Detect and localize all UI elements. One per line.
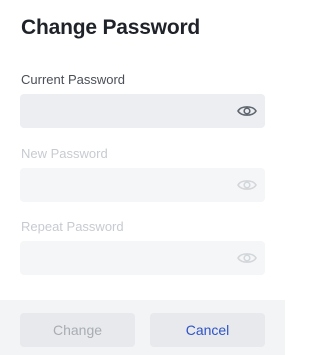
new-password-field-container [20,168,265,202]
eye-icon[interactable] [237,249,257,267]
dialog-title: Change Password [21,16,201,39]
change-password-dialog: Change Password Current Password New Pas… [0,0,285,355]
eye-icon[interactable] [237,102,257,120]
new-password-input[interactable] [20,168,230,202]
repeat-password-label: Repeat Password [21,219,124,234]
eye-icon[interactable] [237,176,257,194]
cancel-button[interactable]: Cancel [150,313,265,347]
repeat-password-field-container [20,241,265,275]
dialog-footer: Change Cancel [0,300,285,355]
current-password-input[interactable] [20,94,230,128]
new-password-label: New Password [21,146,108,161]
current-password-field-container [20,94,265,128]
repeat-password-input[interactable] [20,241,230,275]
change-button[interactable]: Change [20,313,135,347]
current-password-label: Current Password [21,72,126,87]
